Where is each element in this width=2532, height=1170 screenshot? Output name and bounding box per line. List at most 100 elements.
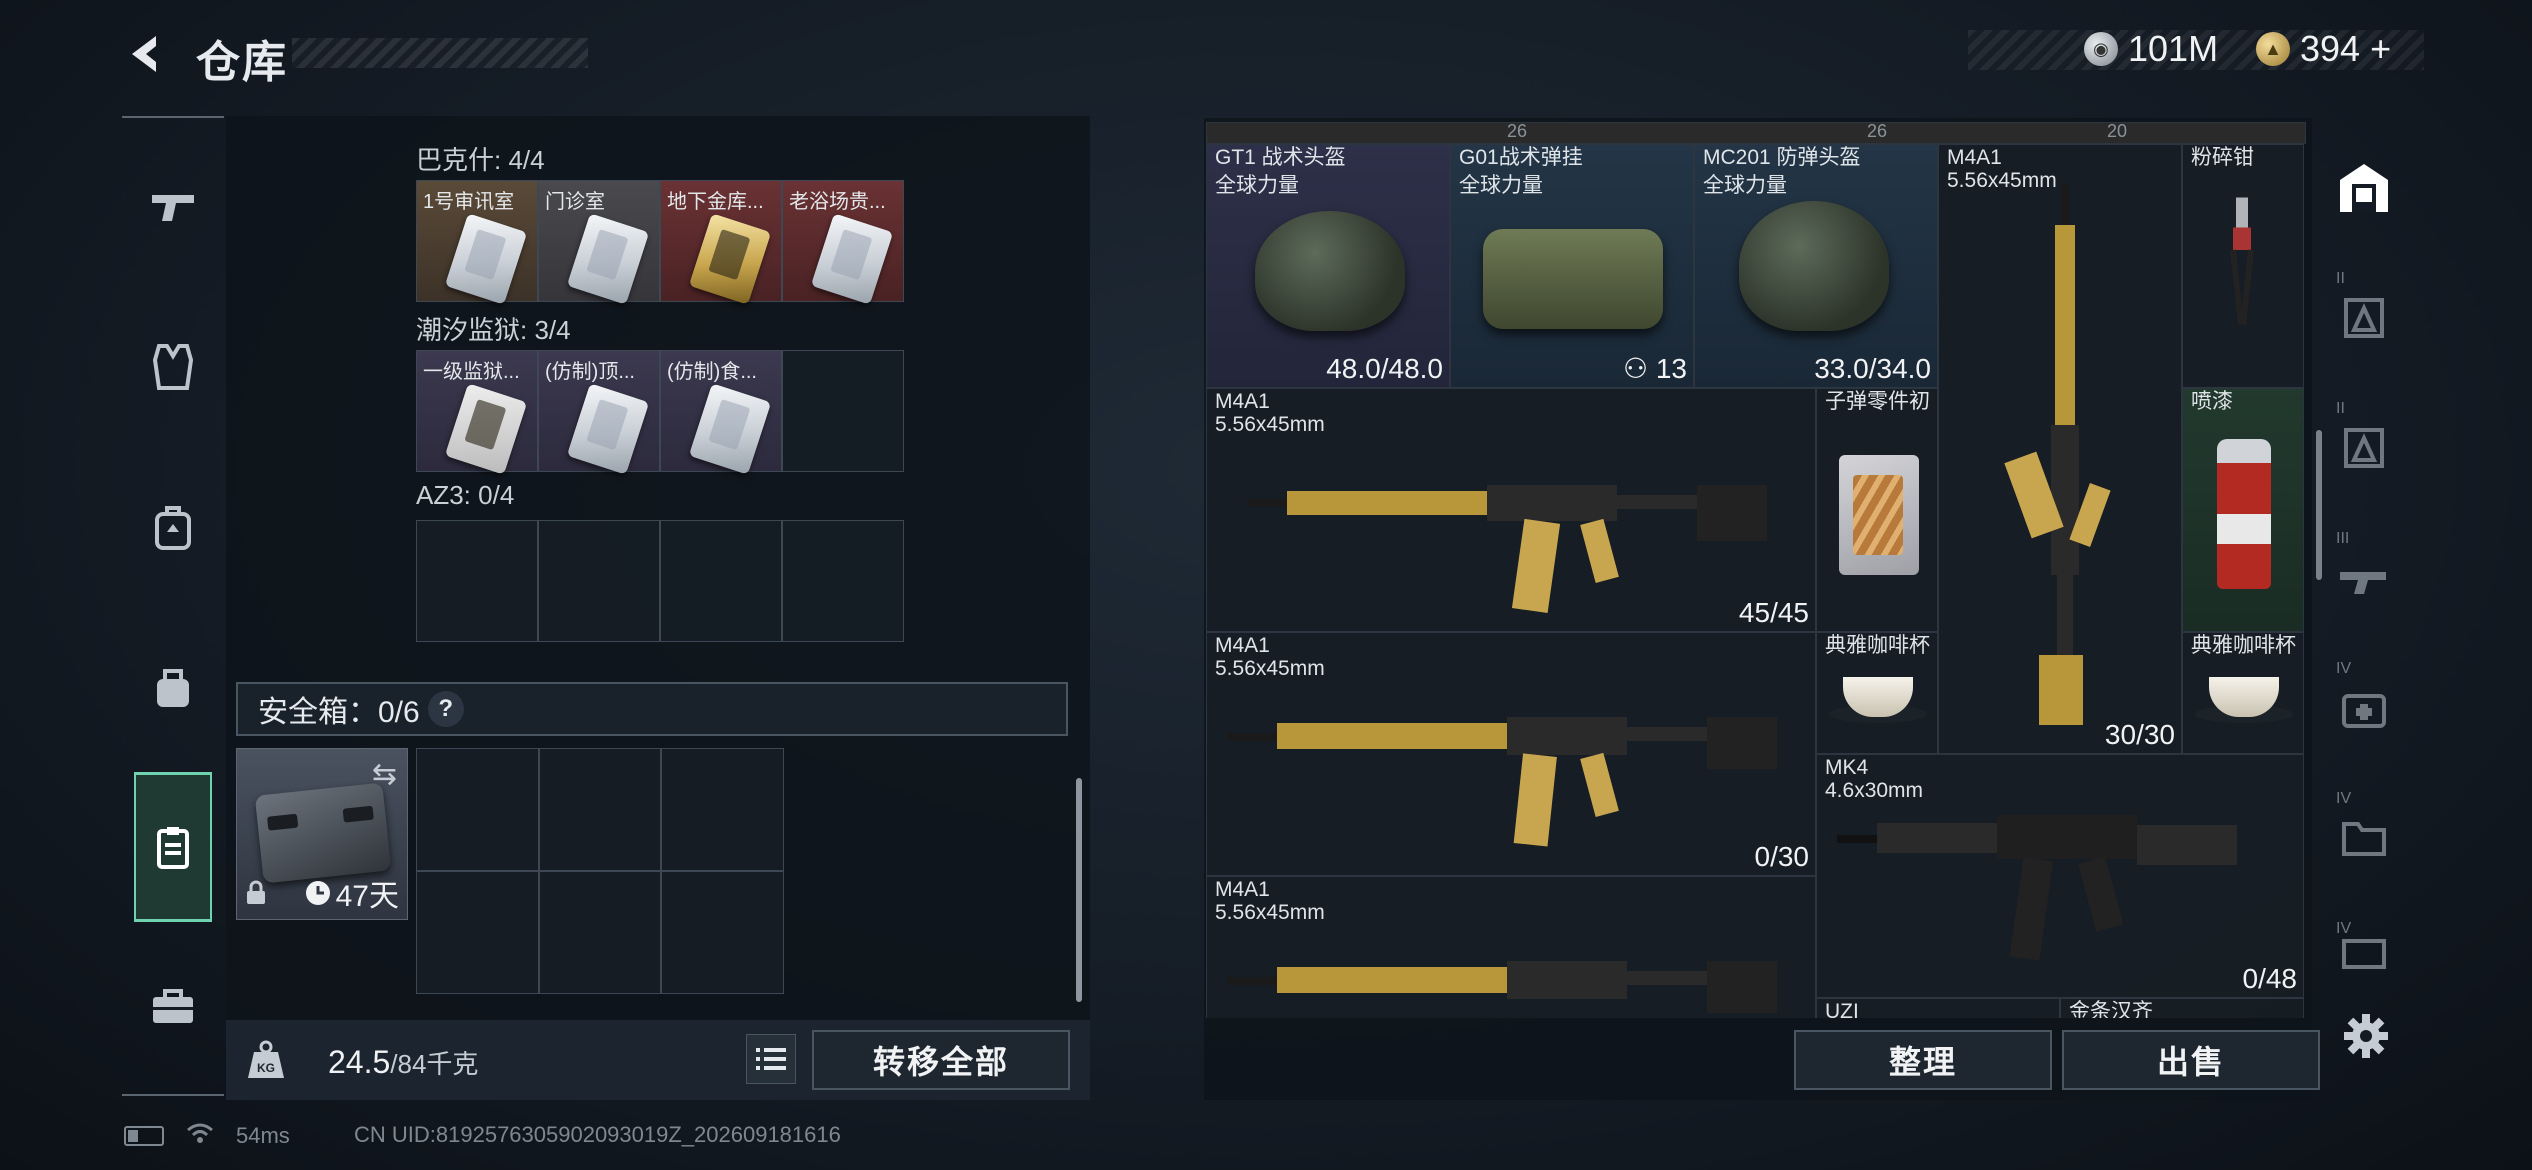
keycard-row-bakesh: 1号审讯室 门诊室 地下金库... 老浴场贵... <box>416 180 904 305</box>
swap-icon[interactable]: ⇆ <box>372 757 397 792</box>
stash-item-g01-rig[interactable]: G01战术弹挂 全球力量 ⚇ 13 <box>1450 144 1694 388</box>
clock-icon <box>305 881 330 905</box>
stash-item-mk4[interactable]: MK4 4.6x30mm 0/48 <box>1816 754 2304 998</box>
keycard-slot-empty[interactable] <box>782 520 904 642</box>
keycard-slot-empty[interactable] <box>416 520 538 642</box>
stash-item-coffee-cup[interactable]: 典雅咖啡杯 <box>2182 632 2304 754</box>
rifle-icon <box>1227 961 1777 1013</box>
weight-max: /84千克 <box>390 1049 479 1079</box>
stash-item-coffee-cup[interactable]: 典雅咖啡杯 <box>1816 632 1938 754</box>
title-decoration <box>292 38 588 68</box>
keycard-slot[interactable]: 老浴场贵... <box>782 180 904 305</box>
lock-icon <box>245 880 267 913</box>
nav-safebox[interactable] <box>134 772 212 922</box>
keycard-slot-empty[interactable] <box>538 520 660 642</box>
armor-icon <box>2344 428 2384 468</box>
safebox-cell[interactable] <box>661 871 784 994</box>
keycard-row-az3 <box>416 520 904 642</box>
bullet-parts-icon <box>1839 455 1919 575</box>
rifle-icon <box>1227 717 1777 847</box>
keycard-slot-empty[interactable] <box>660 520 782 642</box>
cat-tier-4-medical[interactable]: IV <box>2330 646 2398 770</box>
cat-all[interactable] <box>2330 126 2398 250</box>
folder-icon <box>2342 822 2386 856</box>
safebox-cell[interactable] <box>538 748 662 871</box>
stash-item-m4a1[interactable]: M4A1 5.56x45mm 45/45 <box>1206 388 1816 632</box>
cat-tier-2-armor-alt[interactable]: II <box>2330 386 2398 510</box>
weight-readout: 24.5/84千克 <box>328 1044 478 1081</box>
keycard-slot[interactable]: (仿制)食... <box>660 350 782 475</box>
status-bar: 54ms <box>124 1122 290 1150</box>
gold-currency[interactable]: ▲ 394 + <box>2256 28 2391 70</box>
gun-icon <box>152 195 194 221</box>
armor-icon <box>2344 298 2384 338</box>
pliers-icon <box>2230 197 2254 325</box>
add-currency-button[interactable]: + <box>2370 28 2391 70</box>
cat-tier-4-folder[interactable]: IV <box>2330 776 2398 900</box>
silver-coin-icon: ◉ <box>2084 32 2118 66</box>
safebox-item-slot[interactable]: ⇆ 47天 <box>236 748 408 920</box>
keycard-row-tidal-prison: 一级监狱... (仿制)顶... (仿制)食... <box>416 350 904 475</box>
back-arrow-icon <box>132 36 156 72</box>
stash-item-mc201-helmet[interactable]: MC201 防弹头盔 全球力量 33.0/34.0 <box>1694 144 1938 388</box>
stash-row-partial: 26 26 20 <box>1206 122 2306 144</box>
settings-button[interactable] <box>2338 1008 2394 1064</box>
stash-item-gt1-helmet[interactable]: GT1 战术头盔 全球力量 48.0/48.0 <box>1206 144 1450 388</box>
keycard-slot[interactable]: 门诊室 <box>538 180 660 305</box>
cat-tier-3[interactable]: III <box>2330 516 2398 640</box>
cat-tier-4-extra[interactable]: IV <box>2330 906 2398 996</box>
sell-button[interactable]: 出售 <box>2062 1030 2320 1090</box>
safebox-header: 安全箱：0/6 ? <box>236 682 1068 736</box>
safebox-case-icon <box>254 782 392 884</box>
section-title-bakesh: 巴克什: 4/4 <box>416 145 545 175</box>
nav-bag[interactable] <box>134 612 212 762</box>
stash-item-spray-paint[interactable]: 喷漆 <box>2182 388 2304 632</box>
wifi-icon <box>186 1122 214 1150</box>
helmet-icon <box>1255 211 1405 331</box>
keycard-slot[interactable]: 1号审讯室 <box>416 180 538 305</box>
help-button[interactable]: ? <box>427 691 464 727</box>
section-title-tidal-prison: 潮汐监狱: 3/4 <box>416 315 571 345</box>
transfer-all-button[interactable]: 转移全部 <box>812 1030 1070 1090</box>
nav-backpack[interactable] <box>134 452 212 602</box>
safebox-cell[interactable] <box>416 871 539 994</box>
stash-item-m4a1[interactable]: M4A1 5.56x45mm <box>1206 876 1816 1018</box>
safebox-cell[interactable] <box>661 748 784 871</box>
battery-icon <box>124 1126 164 1146</box>
gold-coin-icon: ▲ <box>2256 32 2290 66</box>
nav-weapons[interactable] <box>134 132 212 282</box>
nav-case[interactable] <box>134 932 212 1082</box>
stash-item-bullet-parts[interactable]: 子弹零件初 <box>1816 388 1938 632</box>
nav-armor-vest[interactable] <box>134 292 212 442</box>
list-icon <box>756 1048 786 1070</box>
safebox-cell[interactable] <box>416 748 539 871</box>
back-button[interactable] <box>118 22 178 86</box>
section-title-az3: AZ3: 0/4 <box>416 480 515 510</box>
cat-tier-2-armor[interactable]: II <box>2330 256 2398 380</box>
safebox-cell[interactable] <box>538 871 662 994</box>
left-category-nav <box>122 116 224 1096</box>
keycard-slot-empty[interactable] <box>782 350 904 472</box>
vest-icon <box>153 344 193 390</box>
gold-amount: 394 <box>2300 28 2361 69</box>
stash-item-uzi[interactable]: UZI <box>1816 998 2060 1018</box>
right-scrollbar[interactable] <box>2316 430 2322 580</box>
keycard-icon <box>444 383 528 475</box>
stash-grid: 26 26 20 GT1 战术头盔 全球力量 48.0/48.0 G01战术弹挂… <box>1206 122 2306 1018</box>
keycard-slot[interactable]: 地下金库... <box>660 180 782 305</box>
stash-item-m4a1[interactable]: M4A1 5.56x45mm 0/30 <box>1206 632 1816 876</box>
rig-icon <box>1483 229 1663 329</box>
list-view-button[interactable] <box>746 1034 796 1084</box>
keycard-slot[interactable]: 一级监狱... <box>416 350 538 475</box>
silver-currency[interactable]: ◉ 101M <box>2084 28 2218 70</box>
gear-icon <box>2344 1014 2388 1058</box>
coffee-cup-icon <box>2195 677 2293 723</box>
stash-item-pliers[interactable]: 粉碎钳 <box>2182 144 2304 388</box>
left-scrollbar[interactable] <box>1076 778 1082 1002</box>
stack-badge: 26 <box>1507 122 1528 141</box>
keycard-slot[interactable]: (仿制)顶... <box>538 350 660 475</box>
stash-item-gold-bar[interactable]: 金条汉齐 <box>2060 998 2304 1018</box>
organize-button[interactable]: 整理 <box>1794 1030 2052 1090</box>
keycard-icon <box>566 213 650 305</box>
stash-item-m4a1-vertical[interactable]: M4A1 5.56x45mm 30/30 <box>1938 144 2182 754</box>
